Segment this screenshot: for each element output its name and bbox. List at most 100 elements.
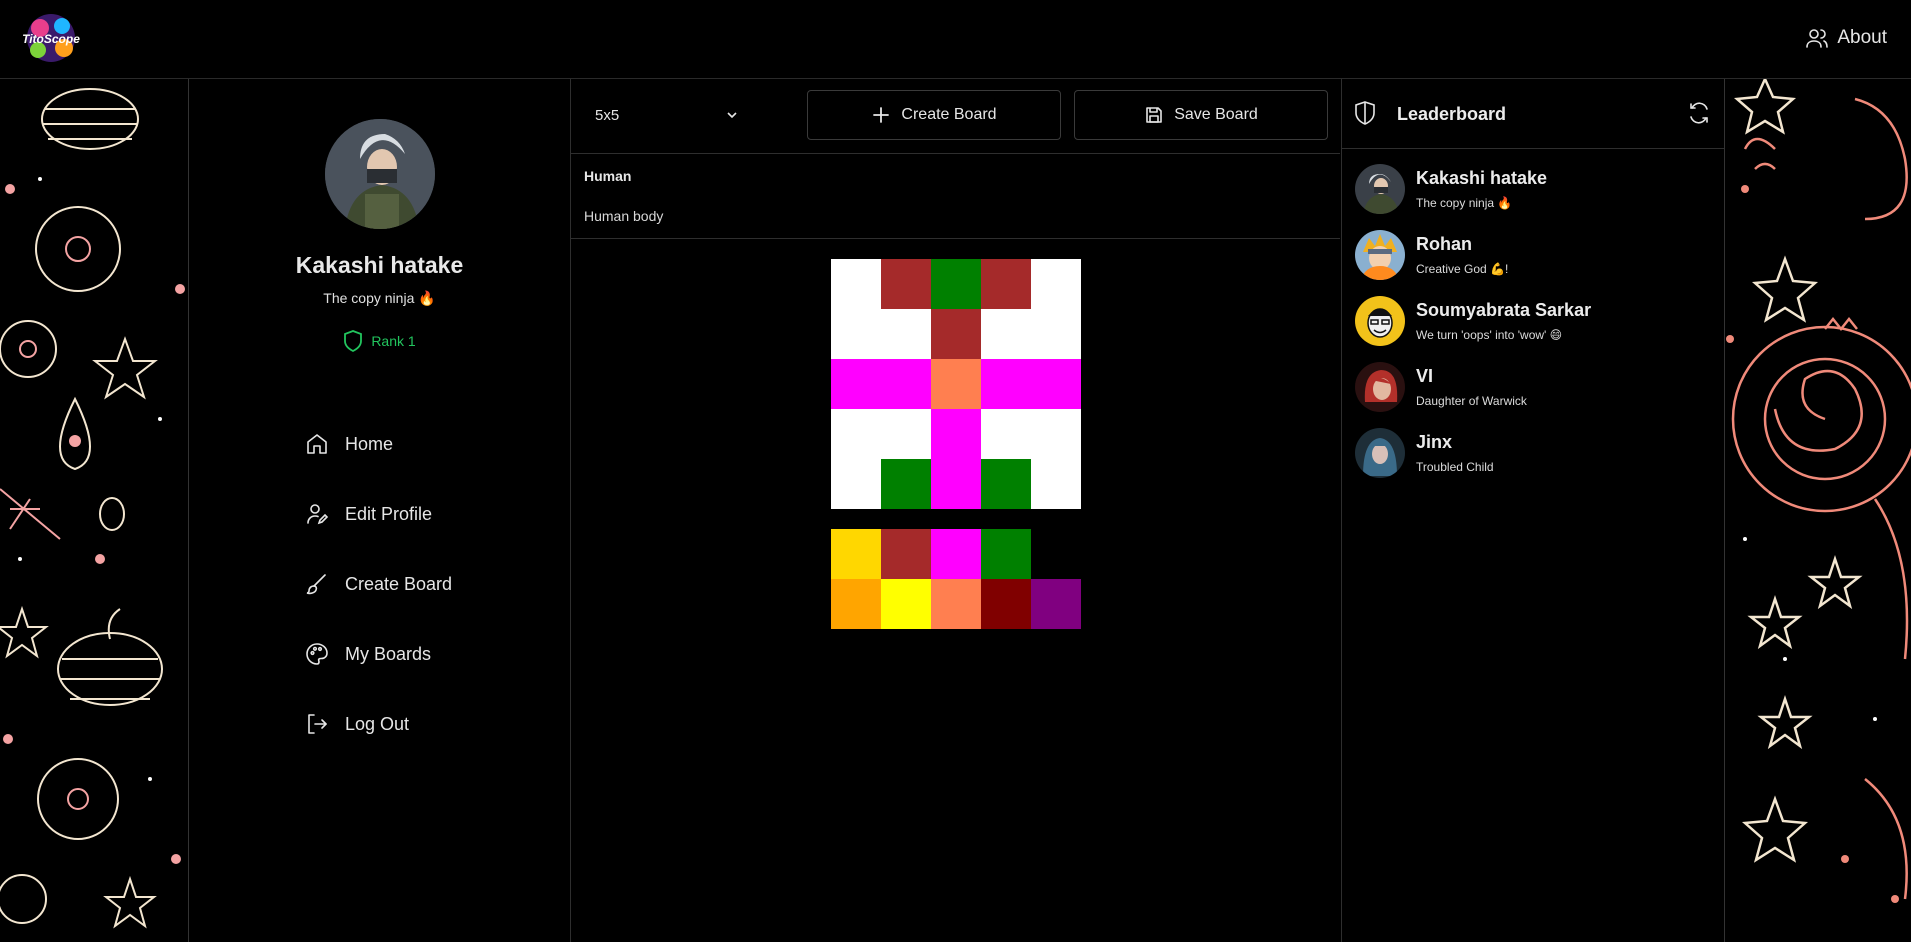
profile-name: Kakashi hatake	[295, 252, 464, 278]
grid-cell[interactable]	[881, 359, 931, 409]
leaderboard-title: Leaderboard	[1397, 104, 1507, 124]
right-doodle-pattern	[1724, 79, 1911, 942]
save-board-button[interactable]: Save Board	[1074, 90, 1328, 140]
grid-cell[interactable]	[881, 459, 931, 509]
grid-cell[interactable]	[881, 259, 931, 309]
grid-cell[interactable]	[831, 409, 881, 459]
grid-cell[interactable]	[1031, 309, 1081, 359]
avatar	[1355, 362, 1405, 412]
logo-text: TitoScope	[22, 32, 80, 46]
board-title[interactable]: Human	[584, 168, 631, 184]
grid-cell[interactable]	[1031, 459, 1081, 509]
color-swatch[interactable]	[831, 579, 881, 629]
leaderboard-entry[interactable]: Kakashi hatake The copy ninja 🔥	[1342, 164, 1724, 230]
nav-item-label: Home	[345, 433, 394, 454]
board-editor-panel: 5x5 Create Board Save Board Human Human …	[571, 79, 1340, 942]
save-icon	[1146, 107, 1162, 123]
leaderboard-bio: The copy ninja 🔥	[1416, 196, 1513, 210]
grid-cell[interactable]	[881, 309, 931, 359]
sidebar-nav: Home Edit Profile Create Board My Boards…	[305, 409, 452, 759]
rank-badge: Rank 1	[189, 330, 570, 352]
grid-cell[interactable]	[931, 459, 981, 509]
grid-cell[interactable]	[981, 359, 1031, 409]
color-swatch[interactable]	[1031, 579, 1081, 629]
avatar	[1355, 230, 1405, 280]
nav-item-create-board[interactable]: Create Board	[305, 549, 452, 619]
leaderboard-entry[interactable]: Soumyabrata Sarkar We turn 'oops' into '…	[1342, 296, 1724, 362]
leaderboard-entry[interactable]: VI Daughter of Warwick	[1342, 362, 1724, 428]
color-swatch[interactable]	[981, 579, 1031, 629]
board-size-select[interactable]: 5x5	[583, 90, 751, 140]
nav-item-edit-profile[interactable]: Edit Profile	[305, 479, 452, 549]
grid-cell[interactable]	[1031, 259, 1081, 309]
color-swatch[interactable]	[931, 579, 981, 629]
plus-icon	[873, 107, 890, 123]
grid-cell[interactable]	[981, 259, 1031, 309]
avatar	[1355, 296, 1405, 346]
grid-cell[interactable]	[1031, 359, 1081, 409]
pixel-grid[interactable]	[831, 259, 1081, 509]
board-description[interactable]: Human body	[584, 208, 663, 224]
grid-cell[interactable]	[931, 259, 981, 309]
nav-item-label: Edit Profile	[345, 503, 433, 524]
save-board-label: Save Board	[1174, 106, 1258, 123]
palette-icon	[306, 643, 328, 665]
grid-cell[interactable]	[1031, 409, 1081, 459]
nav-item-home[interactable]: Home	[305, 409, 452, 479]
color-palette	[831, 529, 1081, 629]
grid-cell[interactable]	[981, 459, 1031, 509]
grid-cell[interactable]	[831, 259, 881, 309]
grid-cell[interactable]	[981, 309, 1031, 359]
avatar	[1355, 164, 1405, 214]
rank-label: Rank 1	[371, 333, 416, 349]
color-swatch[interactable]	[931, 529, 981, 579]
nav-item-label: My Boards	[345, 643, 432, 664]
grid-cell[interactable]	[831, 359, 881, 409]
color-swatch[interactable]	[831, 529, 881, 579]
grid-cell[interactable]	[831, 309, 881, 359]
top-bar: TitoScope About	[0, 0, 1911, 79]
leaderboard-list: Kakashi hatake The copy ninja 🔥 Rohan Cr…	[1342, 164, 1724, 494]
grid-cell[interactable]	[931, 409, 981, 459]
leaderboard-entry[interactable]: Jinx Troubled Child	[1342, 428, 1724, 494]
users-icon	[1806, 29, 1829, 48]
grid-cell[interactable]	[881, 409, 931, 459]
leaderboard-header: Leaderboard	[1342, 79, 1724, 149]
brush-icon	[306, 574, 326, 595]
shield-icon	[1355, 101, 1375, 125]
board-size-value: 5x5	[595, 106, 620, 124]
leaderboard-name: VI	[1416, 366, 1434, 386]
shield-icon	[344, 330, 363, 352]
titoscope-logo[interactable]: TitoScope	[20, 10, 82, 66]
avatar	[1355, 428, 1405, 478]
grid-cell[interactable]	[831, 459, 881, 509]
color-swatch[interactable]	[881, 529, 931, 579]
color-swatch[interactable]	[881, 579, 931, 629]
about-label: About	[1837, 27, 1887, 48]
nav-item-label: Log Out	[345, 713, 410, 734]
user-pen-icon	[307, 504, 329, 525]
leaderboard-bio: We turn 'oops' into 'wow' 😄	[1416, 328, 1563, 342]
leaderboard-bio: Creative God 💪!	[1416, 262, 1509, 276]
grid-cell[interactable]	[931, 309, 981, 359]
board-toolbar: 5x5 Create Board Save Board	[571, 79, 1340, 154]
about-link[interactable]: About	[1805, 26, 1887, 50]
leaderboard-entry[interactable]: Rohan Creative God 💪!	[1342, 230, 1724, 296]
nav-item-log-out[interactable]: Log Out	[305, 689, 452, 759]
nav-item-label: Create Board	[345, 573, 453, 594]
profile-bio: The copy ninja 🔥	[323, 290, 436, 306]
grid-cell[interactable]	[931, 359, 981, 409]
leaderboard-name: Kakashi hatake	[1416, 168, 1548, 188]
grid-cell[interactable]	[981, 409, 1031, 459]
color-swatch[interactable]	[981, 529, 1031, 579]
create-board-button[interactable]: Create Board	[807, 90, 1061, 140]
leaderboard-panel: Leaderboard Kakashi hatake The copy ninj…	[1341, 79, 1724, 942]
leaderboard-name: Soumyabrata Sarkar	[1416, 300, 1592, 320]
nav-item-my-boards[interactable]: My Boards	[305, 619, 452, 689]
board-info: Human Human body	[571, 154, 1340, 239]
logout-icon	[308, 714, 327, 734]
leaderboard-bio: Daughter of Warwick	[1416, 394, 1527, 408]
home-icon	[307, 434, 327, 454]
leaderboard-name: Jinx	[1416, 432, 1453, 452]
refresh-icon[interactable]	[1687, 101, 1711, 125]
